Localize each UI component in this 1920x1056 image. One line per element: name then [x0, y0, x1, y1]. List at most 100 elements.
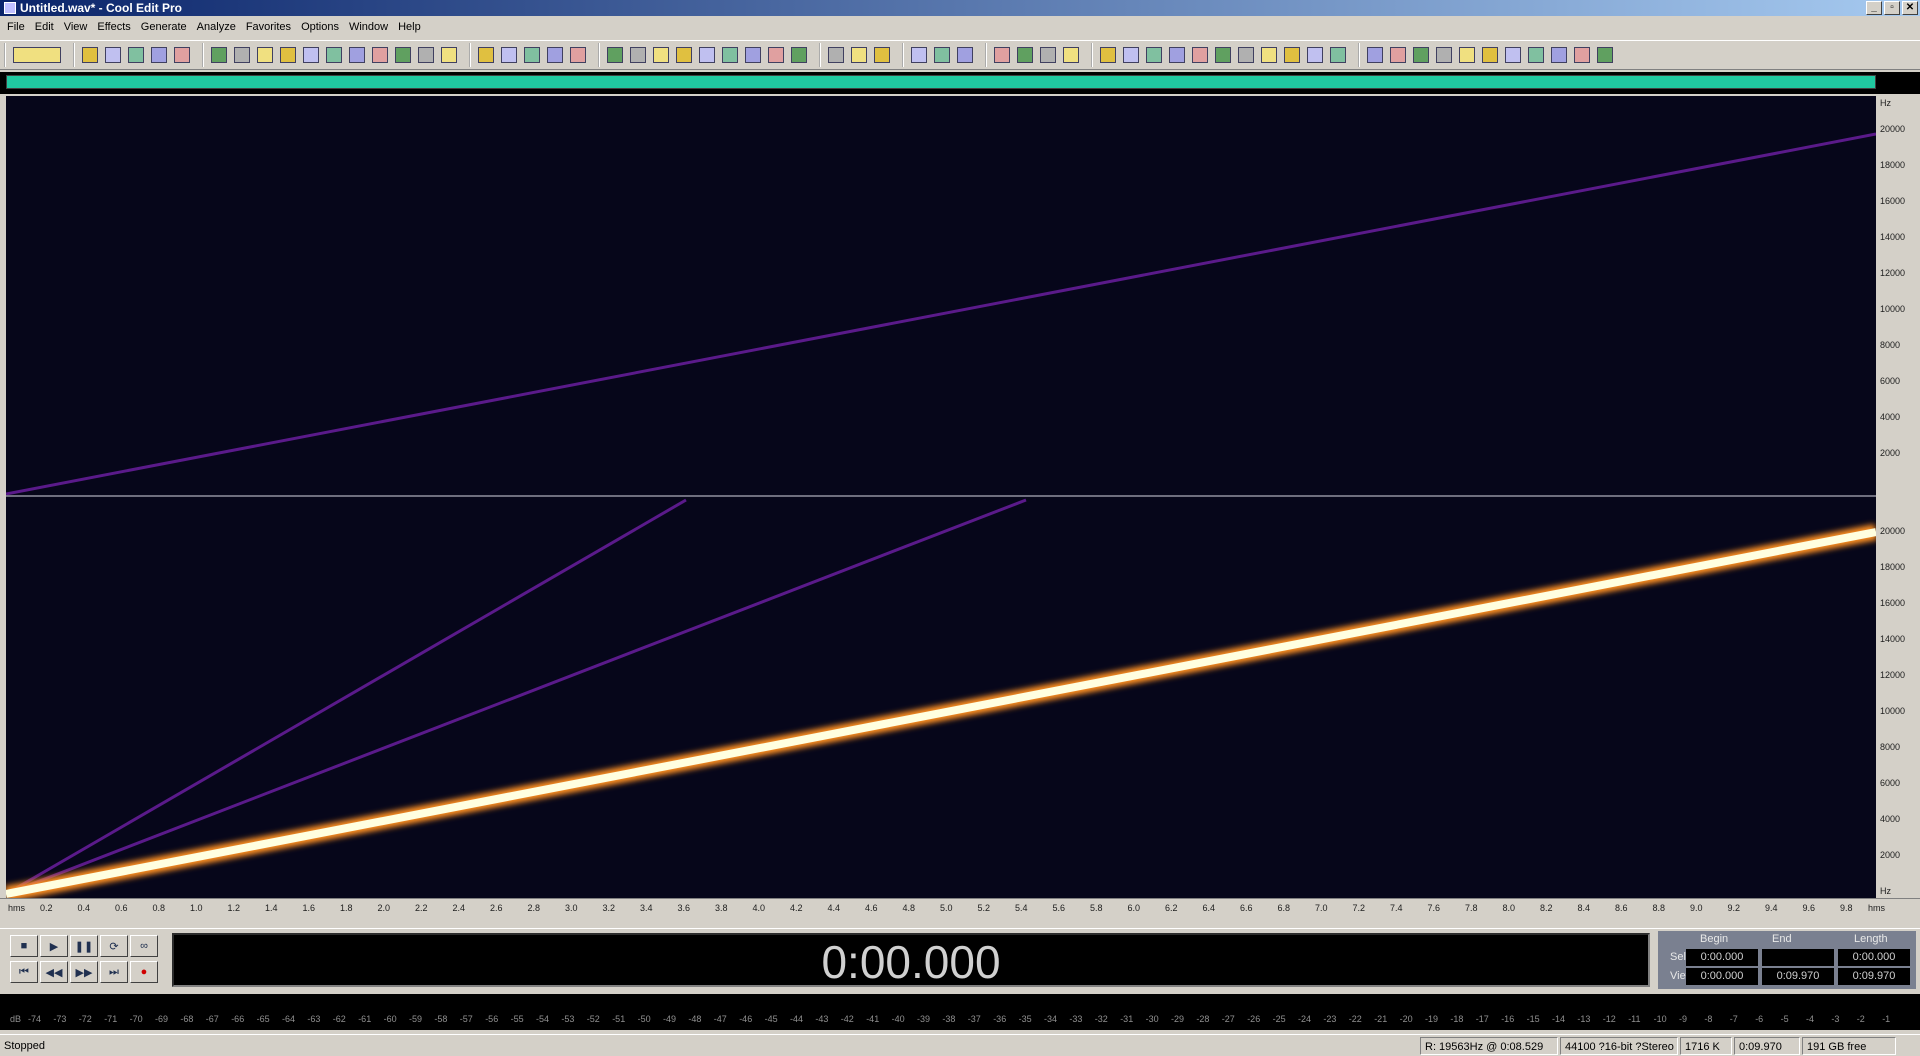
toolbar-button[interactable]	[991, 44, 1013, 66]
go-to-start-button[interactable]: ⏮	[10, 961, 38, 983]
toolbar-button[interactable]	[1571, 44, 1593, 66]
rewind-button[interactable]: ◀◀	[40, 961, 68, 983]
toolbar-button[interactable]	[908, 44, 930, 66]
menu-file[interactable]: File	[2, 21, 30, 33]
toolbar-button[interactable]	[650, 44, 672, 66]
menu-effects[interactable]: Effects	[92, 21, 135, 33]
menu-options[interactable]: Options	[296, 21, 344, 33]
toolbar-button[interactable]	[931, 44, 953, 66]
toolbar-button[interactable]	[1037, 44, 1059, 66]
toolbar-button[interactable]	[208, 44, 230, 66]
toolbar-button[interactable]	[1014, 44, 1036, 66]
toolbar-button[interactable]	[1525, 44, 1547, 66]
toolbar-button[interactable]	[1120, 44, 1142, 66]
stop-button[interactable]: ■	[10, 935, 38, 957]
toolbar-button[interactable]	[392, 44, 414, 66]
toolbar-button[interactable]	[1456, 44, 1478, 66]
toolbar-button[interactable]	[1281, 44, 1303, 66]
toolbar-button[interactable]	[102, 44, 124, 66]
toolbar-button[interactable]	[10, 44, 64, 66]
sel-end-field[interactable]	[1762, 949, 1834, 966]
toolbar-button[interactable]	[788, 44, 810, 66]
toolbar-button[interactable]	[1166, 44, 1188, 66]
toolbar-button[interactable]	[742, 44, 764, 66]
restore-button[interactable]: ▫	[1884, 1, 1900, 15]
sel-length-field[interactable]: 0:00.000	[1838, 949, 1910, 966]
level-tick-label: -34	[1044, 1014, 1058, 1024]
toolbar-button[interactable]	[1327, 44, 1349, 66]
toolbar-button[interactable]	[79, 44, 101, 66]
toolbar-button[interactable]	[171, 44, 193, 66]
toolbar-button[interactable]	[1143, 44, 1165, 66]
toolbar-button[interactable]	[231, 44, 253, 66]
menu-edit[interactable]: Edit	[30, 21, 59, 33]
toolbar-button[interactable]	[1097, 44, 1119, 66]
menu-window[interactable]: Window	[344, 21, 393, 33]
view-length-field[interactable]: 0:09.970	[1838, 968, 1910, 985]
overview-range-bar[interactable]	[6, 75, 1876, 89]
toolbar-button[interactable]	[498, 44, 520, 66]
title-bar: Untitled.wav* - Cool Edit Pro _ ▫ ✕	[0, 0, 1920, 16]
toolbar-button[interactable]	[300, 44, 322, 66]
toolbar-button[interactable]	[604, 44, 626, 66]
toolbar-button[interactable]	[415, 44, 437, 66]
toolbar-button[interactable]	[323, 44, 345, 66]
toolbar-button[interactable]	[475, 44, 497, 66]
menu-help[interactable]: Help	[393, 21, 426, 33]
toolbar-button[interactable]	[1387, 44, 1409, 66]
toolbar-button[interactable]	[1235, 44, 1257, 66]
toolbar-button[interactable]	[1189, 44, 1211, 66]
toolbar-button[interactable]	[673, 44, 695, 66]
view-begin-field[interactable]: 0:00.000	[1686, 968, 1758, 985]
go-to-end-button[interactable]: ⏭	[100, 961, 128, 983]
toolbar-button[interactable]	[954, 44, 976, 66]
toolbar-button[interactable]	[1548, 44, 1570, 66]
menu-analyze[interactable]: Analyze	[192, 21, 241, 33]
menu-view[interactable]: View	[59, 21, 93, 33]
toolbar-button[interactable]	[1433, 44, 1455, 66]
record-button[interactable]: ●	[130, 961, 158, 983]
loop-button[interactable]: ∞	[130, 935, 158, 957]
toolbar-button[interactable]	[1304, 44, 1326, 66]
toolbar-button[interactable]	[1410, 44, 1432, 66]
toolbar-button[interactable]	[1258, 44, 1280, 66]
pause-button[interactable]: ❚❚	[70, 935, 98, 957]
toolbar-button[interactable]	[719, 44, 741, 66]
minimize-button[interactable]: _	[1866, 1, 1882, 15]
toolbar-button[interactable]	[1364, 44, 1386, 66]
toolbar-button[interactable]	[521, 44, 543, 66]
toolbar-button[interactable]	[696, 44, 718, 66]
toolbar-button[interactable]	[438, 44, 460, 66]
spectral-view[interactable]	[6, 96, 1876, 898]
toolbar-button[interactable]	[544, 44, 566, 66]
toolbar-button[interactable]	[346, 44, 368, 66]
toolbar-button[interactable]	[567, 44, 589, 66]
spectrogram-canvas[interactable]	[6, 96, 1876, 898]
level-tick-label: -33	[1069, 1014, 1083, 1024]
toolbar-button[interactable]	[125, 44, 147, 66]
toolbar-button[interactable]	[277, 44, 299, 66]
toolbar-button[interactable]	[1479, 44, 1501, 66]
toolbar-button[interactable]	[369, 44, 391, 66]
toolbar-button[interactable]	[871, 44, 893, 66]
toolbar-button[interactable]	[254, 44, 276, 66]
toolbar-button[interactable]	[825, 44, 847, 66]
menu-favorites[interactable]: Favorites	[241, 21, 296, 33]
level-tick-label: -36	[993, 1014, 1007, 1024]
menu-generate[interactable]: Generate	[136, 21, 192, 33]
toolbar-button[interactable]	[1594, 44, 1616, 66]
toolbar-button[interactable]	[148, 44, 170, 66]
play-from-cursor-button[interactable]: ⟳	[100, 935, 128, 957]
play-button[interactable]: ▶	[40, 935, 68, 957]
toolbar-button[interactable]	[765, 44, 787, 66]
toolbar-button[interactable]	[1212, 44, 1234, 66]
toolbar-button[interactable]	[848, 44, 870, 66]
fast-forward-button[interactable]: ▶▶	[70, 961, 98, 983]
toolbar-button[interactable]	[1502, 44, 1524, 66]
time-ruler[interactable]: hms 0.2 0.4 0.6 0.8 1.0 1.2 1.4 1.6 1.8 2.0 2.2 2.4 2…	[0, 898, 1920, 918]
toolbar-button[interactable]	[1060, 44, 1082, 66]
view-end-field[interactable]: 0:09.970	[1762, 968, 1834, 985]
sel-begin-field[interactable]: 0:00.000	[1686, 949, 1758, 966]
toolbar-button[interactable]	[627, 44, 649, 66]
close-button[interactable]: ✕	[1902, 1, 1918, 15]
